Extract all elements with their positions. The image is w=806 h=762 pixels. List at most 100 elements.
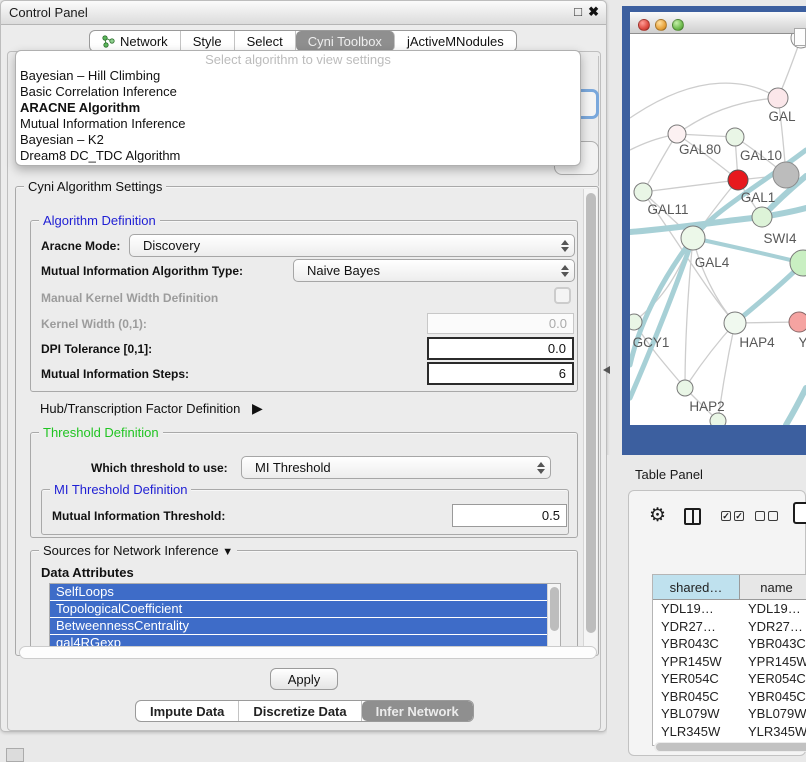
network-window-titlebar[interactable] xyxy=(630,12,806,34)
mi-threshold-definition-group: MI Threshold Definition Mutual Informati… xyxy=(41,489,569,535)
network-node[interactable] xyxy=(677,380,693,396)
network-edge[interactable] xyxy=(685,323,735,388)
table-panel-section: Table Panel ⚙ ✓✓ shared…nameA YDL19…YDL1… xyxy=(607,455,806,762)
deselect-all-checkboxes-icon[interactable] xyxy=(755,511,778,521)
settings-scrollbar-thumb[interactable] xyxy=(586,193,596,633)
float-window-icon[interactable]: □ xyxy=(574,4,582,19)
table-cell: YBR043C xyxy=(653,635,740,653)
tab-infer-network[interactable]: Infer Network xyxy=(362,701,473,721)
table-row[interactable]: YER054CYER054C8. xyxy=(653,670,806,688)
network-node[interactable] xyxy=(789,312,806,332)
tab-label: Cyni Toolbox xyxy=(308,34,382,49)
network-icon xyxy=(102,35,115,48)
network-canvas[interactable]: GALGAL80GAL10GAL1GAL11SWI4GAL4GCY1HAP4YH… xyxy=(630,34,806,425)
collapse-down-icon[interactable]: ▼ xyxy=(222,546,233,558)
data-attribute-item[interactable]: SelfLoops xyxy=(50,584,547,600)
gear-icon[interactable]: ⚙ xyxy=(649,506,666,525)
close-icon[interactable]: ✖ xyxy=(588,4,599,20)
table-cell: YLR345W xyxy=(653,723,740,741)
algorithm-menu-item[interactable]: Mutual Information Inference xyxy=(16,116,580,132)
network-edge-highlighted[interactable] xyxy=(786,388,806,425)
column-header[interactable]: name xyxy=(740,575,806,600)
settings-vertical-scrollbar[interactable] xyxy=(583,189,597,655)
aracne-mode-combobox[interactable]: Discovery xyxy=(129,234,575,257)
algorithm-definition-group: Algorithm Definition Aracne Mode: Discov… xyxy=(30,220,578,392)
mi-steps-input[interactable]: 6 xyxy=(427,362,574,385)
table-panel-body: ⚙ ✓✓ shared…nameA YDL19…YDL19…13YDR27…YD… xyxy=(628,490,806,756)
select-all-checkboxes-icon[interactable]: ✓✓ xyxy=(721,511,744,521)
network-node[interactable] xyxy=(773,162,799,188)
network-edge[interactable] xyxy=(643,180,738,192)
minimize-traffic-light-icon[interactable] xyxy=(655,19,667,31)
table-cell: YBR045C xyxy=(653,688,740,706)
combo-arrows-icon xyxy=(556,265,574,277)
network-node[interactable] xyxy=(634,183,652,201)
network-node[interactable] xyxy=(668,125,686,143)
table-row[interactable]: YBR043CYBR043C xyxy=(653,635,806,653)
table-cell: YDR27… xyxy=(740,618,806,636)
list-vertical-scrollbar[interactable] xyxy=(547,584,560,648)
expand-right-icon[interactable]: ▶ xyxy=(252,400,263,416)
network-node[interactable] xyxy=(768,88,788,108)
tab-discretize-data[interactable]: Discretize Data xyxy=(239,701,361,721)
mi-steps-value: 6 xyxy=(559,366,566,381)
table-panel-title: Table Panel xyxy=(635,467,703,482)
table-row[interactable]: YPR145WYPR145W9. xyxy=(653,653,806,671)
data-attribute-item[interactable]: BetweennessCentrality xyxy=(50,618,547,634)
apply-button[interactable]: Apply xyxy=(270,668,338,690)
table-cell: YLR345W xyxy=(740,723,806,741)
network-node[interactable] xyxy=(728,170,748,190)
data-attribute-item[interactable]: TopologicalCoefficient xyxy=(50,601,547,617)
network-edge[interactable] xyxy=(693,238,735,323)
kernel-width-input: 0.0 xyxy=(427,313,574,334)
table-row[interactable]: YDR27…YDR27…12 xyxy=(653,618,806,636)
algorithm-menu-item[interactable]: Bayesian – Hill Climbing xyxy=(16,68,580,84)
table-row[interactable]: YLR345WYLR345W9. xyxy=(653,723,806,741)
algorithm-menu-item[interactable]: ARACNE Algorithm xyxy=(16,100,580,116)
close-traffic-light-icon[interactable] xyxy=(638,19,650,31)
table-row[interactable]: YBR045CYBR045C9. xyxy=(653,688,806,706)
network-node[interactable] xyxy=(726,128,744,146)
algorithm-menu-item[interactable]: Bayesian – K2 xyxy=(16,132,580,148)
sources-legend[interactable]: Sources for Network Inference ▼ xyxy=(39,543,237,558)
new-table-icon[interactable] xyxy=(793,502,806,524)
network-node[interactable] xyxy=(752,207,772,227)
network-node[interactable] xyxy=(710,413,726,425)
network-node[interactable] xyxy=(681,226,705,250)
hub-definition-toggle[interactable]: Hub/Transcription Factor Definition ▶ xyxy=(40,400,263,417)
which-threshold-combobox[interactable]: MI Threshold xyxy=(241,456,551,479)
bottom-left-widget[interactable] xyxy=(6,748,24,762)
network-edge[interactable] xyxy=(677,98,778,134)
table-scrollbar-thumb[interactable] xyxy=(656,743,806,751)
tab-label: jActiveMNodules xyxy=(407,34,504,49)
mi-algorithm-type-combobox[interactable]: Naive Bayes xyxy=(293,259,575,282)
tab-cyni-toolbox[interactable]: Cyni Toolbox xyxy=(296,31,395,51)
algorithm-menu-item[interactable]: Basic Correlation Inference xyxy=(16,84,580,100)
table-cell: YER054C xyxy=(653,670,740,688)
network-node[interactable] xyxy=(724,312,746,334)
manual-kernel-width-checkbox[interactable] xyxy=(554,287,571,304)
tab-network[interactable]: Network xyxy=(90,31,181,51)
node-label: GAL4 xyxy=(695,255,730,270)
tab-jactivemnodules[interactable]: jActiveMNodules xyxy=(395,31,516,51)
columns-icon[interactable] xyxy=(684,508,701,525)
mi-threshold-input[interactable]: 0.5 xyxy=(452,504,567,527)
table-cell: YDL19… xyxy=(653,600,740,618)
tab-label: Network xyxy=(120,34,168,49)
tab-impute-data[interactable]: Impute Data xyxy=(136,701,239,721)
node-label: GAL10 xyxy=(740,148,782,163)
algorithm-menu-item[interactable]: Dream8 DC_TDC Algorithm xyxy=(16,148,580,164)
network-node[interactable] xyxy=(630,314,642,330)
zoom-traffic-light-icon[interactable] xyxy=(672,19,684,31)
table-horizontal-scrollbar[interactable] xyxy=(654,742,806,752)
table-row[interactable]: YDL19…YDL19…13 xyxy=(653,600,806,618)
tab-select[interactable]: Select xyxy=(235,31,296,51)
column-header[interactable]: shared… xyxy=(653,575,740,600)
dpi-tolerance-input[interactable]: 0.0 xyxy=(427,337,574,360)
list-scrollbar-thumb[interactable] xyxy=(550,587,559,631)
hub-definition-label: Hub/Transcription Factor Definition xyxy=(40,401,240,416)
tab-style[interactable]: Style xyxy=(181,31,235,51)
table-row[interactable]: YBL079WYBL079W xyxy=(653,705,806,723)
settings-horizontal-scrollbar[interactable] xyxy=(19,646,597,659)
data-attributes-list[interactable]: SelfLoopsTopologicalCoefficientBetweenne… xyxy=(49,583,561,649)
